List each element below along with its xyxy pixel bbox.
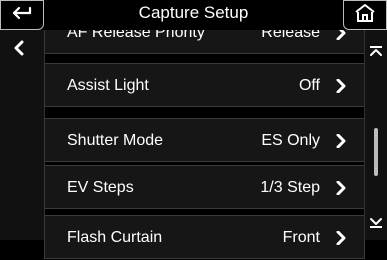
menu-item-ev-steps[interactable]: EV Steps 1/3 Step (44, 165, 365, 209)
scrollbar-thumb[interactable] (374, 128, 378, 176)
menu-item-value: ES Only (261, 132, 320, 149)
menu-item-label: EV Steps (67, 179, 134, 196)
header-bar: Capture Setup (0, 0, 387, 30)
menu-item-label: Assist Light (67, 77, 149, 94)
home-icon (354, 3, 376, 28)
chevron-right-icon (336, 133, 346, 149)
menu-item-value: Off (298, 77, 320, 94)
menu-item-flash-curtain[interactable]: Flash Curtain Front (44, 215, 365, 259)
chevron-right-icon (336, 78, 346, 94)
menu-item-value: 1/3 Step (260, 179, 320, 196)
home-button[interactable] (343, 0, 387, 30)
menu-item-value: Front (282, 229, 320, 246)
menu-item-shutter-mode[interactable]: Shutter Mode ES Only (44, 118, 365, 162)
chevron-left-icon[interactable] (10, 36, 30, 60)
menu-item-label: Shutter Mode (67, 132, 164, 149)
scroll-rail (364, 30, 387, 240)
left-rail (0, 30, 45, 240)
page-title: Capture Setup (138, 3, 249, 22)
scroll-down-icon[interactable] (369, 216, 383, 234)
menu-item-assist-light[interactable]: Assist Light Off (44, 63, 365, 107)
chevron-right-icon (336, 180, 346, 196)
menu-item-label: Flash Curtain (67, 229, 163, 246)
chevron-right-icon (336, 230, 346, 246)
scroll-up-icon[interactable] (369, 44, 383, 62)
